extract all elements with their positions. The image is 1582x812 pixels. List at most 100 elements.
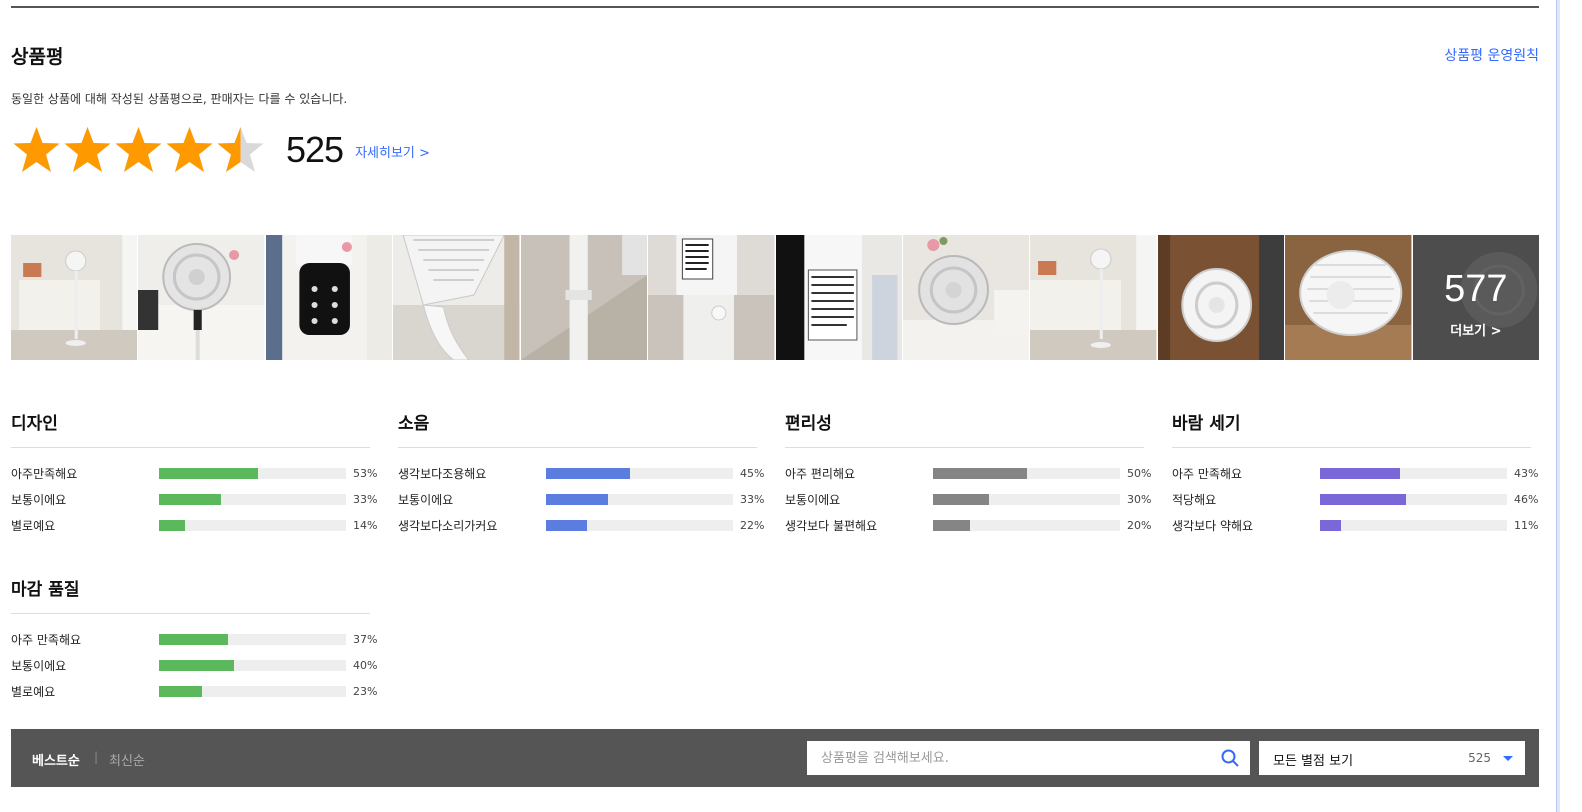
survey-bar-fill [546,519,588,531]
survey-percent: 50% [1127,466,1152,480]
survey-option-label: 생각보다소리가커요 [398,518,498,533]
survey-row: 보통이에요 33% [398,486,768,512]
survey-percent: 30% [1127,492,1152,506]
review-search-input[interactable] [807,741,1207,775]
survey-design: 디자인 아주만족해요 53% 보통이에요 33% 별로예요 14% [11,409,381,538]
survey-row: 별로예요 14% [11,512,381,538]
survey-divider [785,447,1144,448]
survey-bar [933,519,1120,531]
star-icon [64,127,111,172]
more-photos-count: 577 [1444,268,1508,310]
survey-percent: 45% [740,466,765,480]
survey-option-label: 생각보다조용해요 [398,466,487,481]
survey-row: 생각보다소리가커요 22% [398,512,768,538]
survey-percent: 46% [1514,492,1539,506]
review-photo[interactable] [1285,235,1412,360]
star-filter-count: 525 [1468,751,1491,765]
survey-bar [159,685,346,697]
review-photo[interactable] [265,235,393,360]
survey-row: 별로예요 23% [11,678,381,704]
survey-bar-fill [546,493,608,505]
more-photos-button[interactable]: 577 더보기 > [1412,235,1540,360]
top-divider [11,6,1539,8]
survey-title: 마감 품질 [11,580,80,600]
review-photo[interactable] [902,235,1030,360]
survey-option-label: 생각보다 약해요 [1172,518,1254,533]
review-photo[interactable] [138,235,265,360]
survey-percent: 23% [353,684,378,698]
survey-bar [159,659,346,671]
survey-bar-fill [1320,467,1401,479]
survey-bar-fill [159,519,186,531]
window-scrollbar[interactable] [1556,0,1560,812]
survey-bar [933,467,1120,479]
survey-row: 생각보다조용해요 45% [398,460,768,486]
star-filter-select[interactable]: 모든 별점 보기 525 [1259,741,1525,775]
survey-bar [1320,493,1507,505]
review-search-box [807,741,1250,775]
survey-bar-fill [933,519,971,531]
survey-bar-fill [933,467,1027,479]
review-policy-link[interactable]: 상품평 운영원칙 [1444,45,1539,65]
survey-percent: 33% [740,492,765,506]
survey-bar [159,633,346,645]
review-photo[interactable] [1157,235,1285,360]
star-rating [11,125,266,175]
sort-separator: | [94,750,99,764]
survey-option-label: 아주 만족해요 [1172,466,1243,481]
star-icon [217,127,264,172]
review-photo[interactable] [648,235,775,360]
survey-option-label: 보통이에요 [398,492,454,507]
survey-title: 바람 세기 [1172,414,1241,434]
survey-divider [1172,447,1531,448]
survey-bar [933,493,1120,505]
survey-wind-strength: 바람 세기 아주 만족해요 43% 적당해요 46% 생각보다 약해요 11% [1172,409,1542,538]
sort-newest-button[interactable]: 최신순 [109,750,145,769]
survey-option-label: 별로예요 [11,684,56,699]
review-photo[interactable] [775,235,902,360]
survey-title: 소음 [398,414,430,434]
survey-finish-quality: 마감 품질 아주 만족해요 37% 보통이에요 40% 별로예요 23% [11,575,381,704]
survey-row: 생각보다 불편해요 20% [785,512,1155,538]
survey-bar [159,467,346,479]
survey-option-label: 아주 만족해요 [11,632,82,647]
survey-option-label: 생각보다 불편해요 [785,518,878,533]
survey-option-label: 별로예요 [11,518,56,533]
review-photo-strip: 577 더보기 > [11,235,1540,360]
survey-divider [398,447,757,448]
survey-row: 아주 만족해요 37% [11,626,381,652]
survey-option-label: 보통이에요 [11,658,67,673]
survey-convenience: 편리성 아주 편리해요 50% 보통이에요 30% 생각보다 불편해요 20% [785,409,1155,538]
survey-bar-fill [159,659,234,671]
survey-percent: 14% [353,518,378,532]
sort-best-button[interactable]: 베스트순 [32,750,80,769]
survey-title: 편리성 [785,414,832,434]
rating-detail-link[interactable]: 자세히보기 > [355,142,430,161]
star-filter-label: 모든 별점 보기 [1273,754,1354,769]
survey-bar [159,493,346,505]
survey-bar [546,493,733,505]
survey-divider [11,447,370,448]
survey-row: 보통이에요 30% [785,486,1155,512]
review-photo[interactable] [393,235,520,360]
review-photo[interactable] [520,235,648,360]
more-photos-label: 더보기 > [1450,324,1502,339]
survey-bar-fill [1320,519,1341,531]
survey-bar-fill [546,467,631,479]
review-toolbar: 베스트순 | 최신순 모든 별점 보기 525 [11,729,1539,787]
survey-bar [1320,519,1507,531]
survey-option-label: 아주 편리해요 [785,466,856,481]
survey-noise: 소음 생각보다조용해요 45% 보통이에요 33% 생각보다소리가커요 22% [398,409,768,538]
survey-row: 생각보다 약해요 11% [1172,512,1542,538]
survey-percent: 43% [1514,466,1539,480]
survey-row: 보통이에요 33% [11,486,381,512]
survey-bar-fill [159,467,259,479]
survey-row: 아주만족해요 53% [11,460,381,486]
review-photo[interactable] [1030,235,1157,360]
survey-bar-fill [159,493,221,505]
search-icon[interactable] [1220,748,1240,768]
survey-bar [1320,467,1507,479]
review-photo[interactable] [11,235,138,360]
star-icon [166,127,213,172]
survey-bar-fill [159,685,202,697]
